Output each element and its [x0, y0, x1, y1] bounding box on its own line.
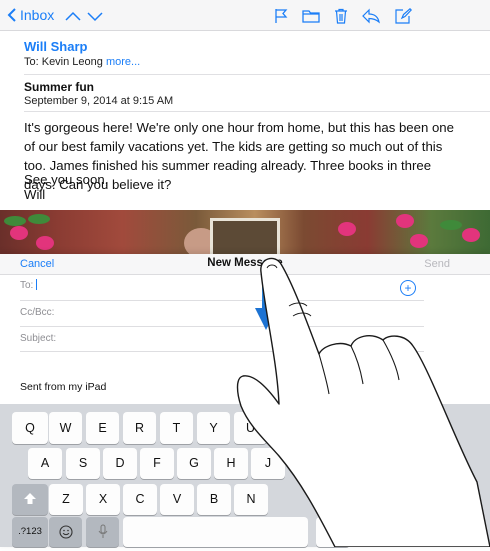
flower-decoration	[338, 222, 356, 236]
back-to-inbox-button[interactable]: Inbox	[6, 7, 54, 23]
sender-name[interactable]: Will Sharp	[24, 39, 87, 54]
shift-icon	[24, 493, 36, 504]
previous-message-button[interactable]	[64, 8, 82, 24]
key-w[interactable]: W	[49, 412, 82, 444]
subject-divider	[24, 111, 490, 112]
emoji-key[interactable]	[49, 517, 82, 547]
key-a[interactable]: A	[28, 448, 62, 479]
key-c[interactable]: C	[123, 484, 157, 515]
signoff-line: See you soon,	[24, 172, 109, 187]
move-folder-button[interactable]	[302, 8, 320, 24]
key-r[interactable]: R	[123, 412, 156, 444]
foliage-decoration	[4, 216, 26, 226]
email-date: September 9, 2014 at 9:15 AM	[24, 95, 174, 107]
shift-key[interactable]	[12, 484, 48, 515]
flower-decoration	[396, 214, 414, 228]
flower-decoration	[462, 228, 480, 242]
key-g[interactable]: G	[177, 448, 211, 479]
chevron-left-icon	[7, 8, 16, 22]
key-x[interactable]: X	[86, 484, 120, 515]
trash-button[interactable]	[332, 8, 350, 24]
email-subject: Summer fun	[24, 80, 95, 94]
compose-button[interactable]	[394, 7, 413, 24]
back-label: Inbox	[20, 7, 55, 23]
microphone-icon	[98, 524, 107, 538]
next-message-button[interactable]	[86, 8, 104, 24]
flower-decoration	[36, 236, 54, 250]
key-s[interactable]: S	[66, 448, 100, 479]
flag-button[interactable]	[272, 8, 290, 24]
chevron-up-icon	[65, 11, 81, 21]
compose-icon	[395, 7, 413, 24]
key-z[interactable]: Z	[49, 484, 83, 515]
flower-decoration	[410, 234, 428, 248]
more-recipients-link[interactable]: more...	[106, 56, 140, 68]
flower-decoration	[10, 226, 28, 240]
hand-gesture-illustration	[236, 257, 490, 547]
reply-button[interactable]	[362, 8, 380, 24]
foliage-decoration	[440, 220, 462, 230]
flag-icon	[275, 9, 288, 23]
key-v[interactable]: V	[160, 484, 194, 515]
key-t[interactable]: T	[160, 412, 193, 444]
folder-icon	[302, 10, 320, 23]
header-divider	[24, 74, 490, 75]
recipients-line: To: Kevin Leong more...	[24, 56, 140, 68]
numbers-key[interactable]: .?123	[12, 517, 48, 547]
emoji-icon	[58, 525, 73, 539]
key-f[interactable]: F	[140, 448, 174, 479]
signoff-name: Will	[24, 187, 46, 202]
dictation-key[interactable]	[86, 517, 119, 547]
reply-icon	[362, 8, 380, 24]
foliage-decoration	[28, 214, 50, 224]
recipients-text: To: Kevin Leong	[24, 56, 103, 68]
email-signoff: See you soon, Will	[24, 172, 108, 202]
trash-icon	[335, 8, 347, 24]
key-d[interactable]: D	[103, 448, 137, 479]
mail-toolbar: Inbox	[0, 0, 490, 31]
key-q[interactable]: Q	[12, 412, 48, 444]
chevron-down-icon	[87, 12, 103, 22]
message-body-signature[interactable]: Sent from my iPad	[20, 381, 106, 393]
key-e[interactable]: E	[86, 412, 119, 444]
